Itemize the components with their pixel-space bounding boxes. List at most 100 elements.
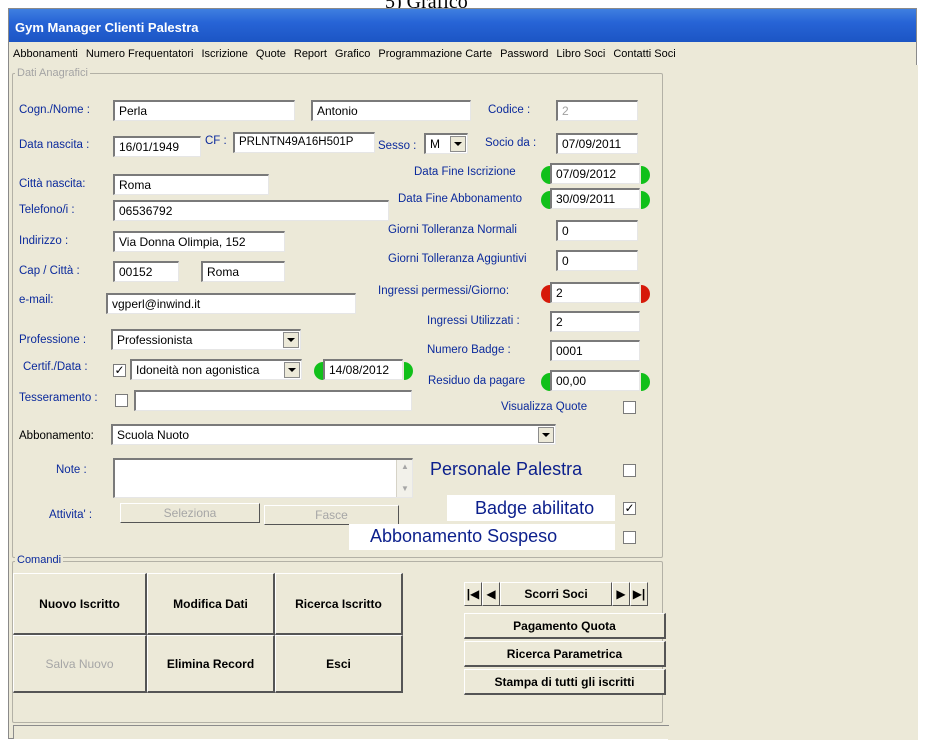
- visualizza-quote-label: Visualizza Quote: [501, 401, 588, 413]
- menu-libro-soci[interactable]: Libro Soci: [556, 48, 605, 60]
- title-bar: Gym Manager Clienti Palestra: [9, 9, 916, 42]
- app-window: Gym Manager Clienti Palestra Abbonamenti…: [8, 8, 918, 740]
- abbonamento-sospeso-checkbox[interactable]: [623, 531, 636, 544]
- socio-da-field[interactable]: 07/09/2011: [556, 133, 638, 154]
- data-nascita-label: Data nascita :: [19, 139, 90, 151]
- professione-value: Professionista: [117, 333, 193, 347]
- tolleranza-normali-field[interactable]: 0: [556, 220, 638, 241]
- menu-report[interactable]: Report: [294, 48, 327, 60]
- esci-button[interactable]: Esci: [275, 635, 403, 693]
- ricerca-iscritto-button[interactable]: Ricerca Iscritto: [275, 573, 403, 635]
- note-label: Note :: [56, 464, 87, 476]
- ingressi-utilizzati-label: Ingressi Utilizzati :: [427, 315, 520, 327]
- tesseramento-field[interactable]: [134, 390, 412, 411]
- tolleranza-aggiuntivi-field[interactable]: 0: [556, 250, 638, 271]
- abbonamento-select[interactable]: Scuola Nuoto: [111, 424, 556, 445]
- menu-quote[interactable]: Quote: [256, 48, 286, 60]
- codice-field[interactable]: 2: [556, 100, 638, 121]
- certif-checkbox[interactable]: ✓: [113, 364, 126, 377]
- cf-field[interactable]: PRLNTN49A16H501P: [233, 132, 375, 153]
- telefono-field[interactable]: 06536792: [113, 200, 389, 221]
- professione-label: Professione :: [19, 334, 87, 346]
- email-label: e-mail:: [19, 294, 54, 306]
- cognome-label: Cogn./Nome :: [19, 104, 90, 116]
- elimina-record-button[interactable]: Elimina Record: [147, 635, 275, 693]
- abbonamento-sospeso-label: Abbonamento Sospeso: [370, 526, 558, 546]
- professione-dropdown-arrow-icon[interactable]: [283, 332, 299, 348]
- note-scrollbar[interactable]: ▲ ▼: [396, 460, 412, 497]
- data-fine-iscrizione-field[interactable]: 07/09/2012: [550, 163, 640, 184]
- menu-iscrizione[interactable]: Iscrizione: [201, 48, 247, 60]
- next-record-icon[interactable]: ▶: [612, 582, 630, 606]
- cognome-field[interactable]: Perla: [113, 100, 295, 121]
- scorri-soci-label: Scorri Soci: [500, 582, 612, 606]
- last-record-icon[interactable]: ▶|: [630, 582, 648, 606]
- telefono-label: Telefono/i :: [19, 204, 75, 216]
- data-nascita-field[interactable]: 16/01/1949: [113, 136, 201, 157]
- seleziona-button[interactable]: Seleziona: [120, 503, 260, 523]
- menu-numero-frequentatori[interactable]: Numero Frequentatori: [86, 48, 194, 60]
- abbonamento-label: Abbonamento:: [19, 430, 94, 442]
- pagamento-quota-button[interactable]: Pagamento Quota: [464, 613, 666, 639]
- citta-nascita-label: Città nascita:: [19, 178, 86, 190]
- cap-field[interactable]: 00152: [113, 261, 179, 282]
- first-record-icon[interactable]: |◀: [464, 582, 482, 606]
- personale-palestra-label: Personale Palestra: [430, 459, 583, 479]
- stampa-iscritti-button[interactable]: Stampa di tutti gli iscritti: [464, 669, 666, 695]
- sesso-select[interactable]: M: [424, 133, 468, 154]
- note-textarea[interactable]: ▲ ▼: [113, 458, 413, 498]
- badge-abilitato-label: Badge abilitato: [475, 498, 595, 518]
- tesseramento-checkbox[interactable]: [115, 394, 128, 407]
- menu-password[interactable]: Password: [500, 48, 548, 60]
- menu-programmazione-carte[interactable]: Programmazione Carte: [378, 48, 492, 60]
- scroll-down-icon[interactable]: ▼: [401, 484, 409, 493]
- ingressi-permessi-field[interactable]: 2: [550, 282, 640, 303]
- personale-palestra-checkbox[interactable]: [623, 464, 636, 477]
- dati-anagrafici-title: Dati Anagrafici: [15, 67, 90, 79]
- numero-badge-field[interactable]: 0001: [550, 340, 640, 361]
- sesso-value: M: [430, 137, 440, 151]
- ingressi-permessi-label: Ingressi permessi/Giorno:: [378, 285, 510, 297]
- residuo-label: Residuo da pagare: [428, 375, 526, 387]
- previous-record-icon[interactable]: ◀: [482, 582, 500, 606]
- socio-da-label: Socio da :: [485, 137, 537, 149]
- menu-contatti-soci[interactable]: Contatti Soci: [613, 48, 675, 60]
- tolleranza-aggiuntivi-label: Giorni Tolleranza Aggiuntivi: [388, 253, 527, 265]
- certif-tipo-value: Idoneità non agonistica: [136, 363, 260, 377]
- data-fine-abbonamento-field[interactable]: 30/09/2011: [550, 188, 640, 209]
- menu-bar: Abbonamenti Numero Frequentatori Iscrizi…: [9, 45, 916, 63]
- badge-abilitato-checkbox[interactable]: ✓: [623, 502, 636, 515]
- ricerca-parametrica-button[interactable]: Ricerca Parametrica: [464, 641, 666, 667]
- nome-field[interactable]: Antonio: [311, 100, 471, 121]
- scroll-up-icon[interactable]: ▲: [401, 462, 409, 471]
- data-fine-iscrizione-label: Data Fine Iscrizione: [414, 166, 516, 178]
- citta-field[interactable]: Roma: [201, 261, 285, 282]
- comandi-title: Comandi: [15, 554, 64, 566]
- certif-tipo-select[interactable]: Idoneità non agonistica: [130, 359, 302, 380]
- menu-grafico[interactable]: Grafico: [335, 48, 370, 60]
- modifica-dati-button[interactable]: Modifica Dati: [147, 573, 275, 635]
- residuo-field[interactable]: 00,00: [550, 370, 640, 391]
- professione-select[interactable]: Professionista: [111, 329, 301, 350]
- sesso-label: Sesso :: [378, 140, 417, 152]
- indirizzo-field[interactable]: Via Donna Olimpia, 152: [113, 231, 285, 252]
- cap-citta-label: Cap / Città :: [19, 265, 80, 277]
- citta-nascita-field[interactable]: Roma: [113, 174, 269, 195]
- numero-badge-label: Numero Badge :: [427, 344, 511, 356]
- abbonamento-dropdown-arrow-icon[interactable]: [538, 427, 554, 443]
- ingressi-utilizzati-field[interactable]: 2: [550, 311, 640, 332]
- abbonamento-value: Scuola Nuoto: [117, 428, 190, 442]
- certif-dropdown-arrow-icon[interactable]: [284, 362, 300, 378]
- email-field[interactable]: vgperl@inwind.it: [106, 293, 356, 314]
- sesso-dropdown-arrow-icon[interactable]: [450, 136, 466, 152]
- empty-side-area: [668, 65, 918, 740]
- certif-data-field[interactable]: 14/08/2012: [323, 359, 403, 380]
- attivita-label: Attivita' :: [49, 509, 93, 521]
- fasce-button[interactable]: Fasce: [264, 505, 399, 525]
- visualizza-quote-checkbox[interactable]: [623, 401, 636, 414]
- codice-label: Codice :: [488, 104, 531, 116]
- nuovo-iscritto-button[interactable]: Nuovo Iscritto: [13, 573, 147, 635]
- menu-abbonamenti[interactable]: Abbonamenti: [13, 48, 78, 60]
- salva-nuovo-button[interactable]: Salva Nuovo: [13, 635, 147, 693]
- status-bar: [13, 725, 669, 739]
